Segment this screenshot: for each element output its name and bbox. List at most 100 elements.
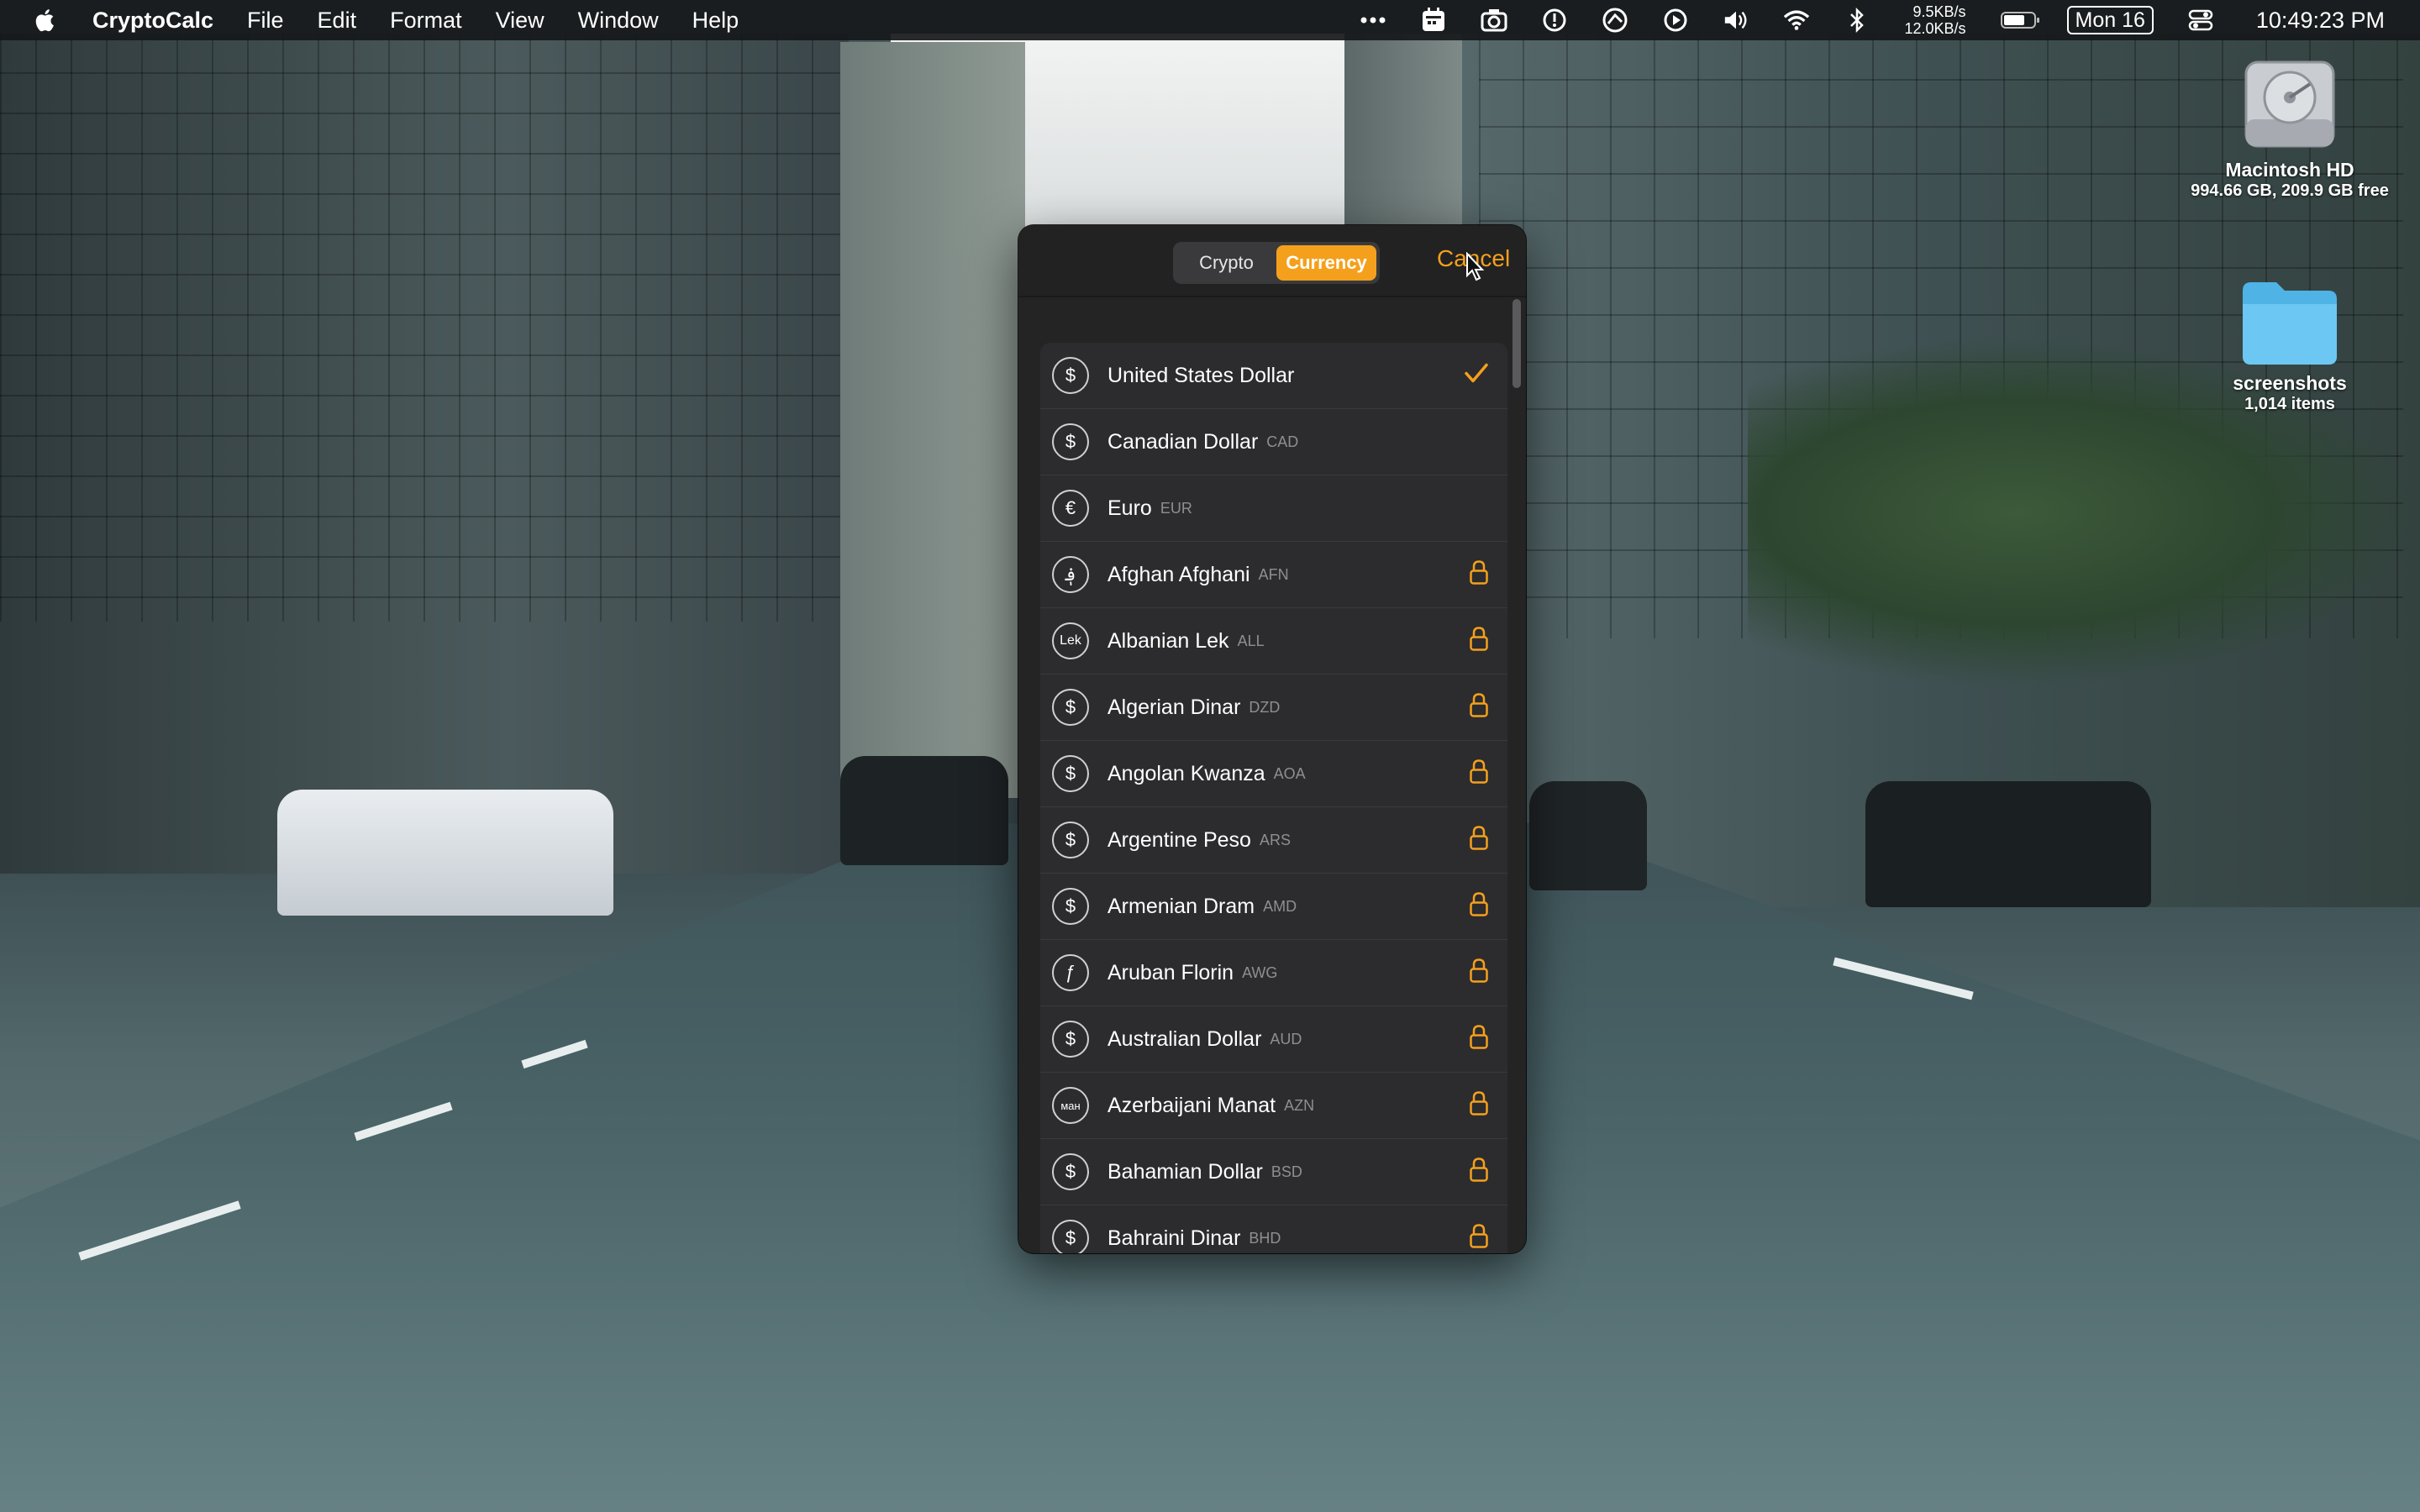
- currency-name: Azerbaijani Manat: [1107, 1093, 1276, 1117]
- lock-icon: [1469, 1224, 1489, 1253]
- list-scrollbar[interactable]: [1512, 299, 1521, 388]
- checkmark-icon: [1464, 363, 1489, 389]
- control-center-icon[interactable]: [2187, 7, 2214, 34]
- timer-icon[interactable]: [1541, 7, 1568, 34]
- menu-date[interactable]: Mon 16: [2066, 6, 2154, 34]
- currency-row[interactable]: $ United States Dollar: [1040, 343, 1507, 409]
- currency-name: United States Dollar: [1107, 363, 1295, 387]
- menu-edit[interactable]: Edit: [318, 8, 357, 34]
- menu-help[interactable]: Help: [692, 8, 739, 34]
- currency-row[interactable]: $ Australian Dollar AUD: [1040, 1006, 1507, 1073]
- currency-name: Armenian Dram: [1107, 894, 1255, 918]
- net-up-speed: 9.5KB/s: [1912, 3, 1966, 20]
- currency-row[interactable]: ман Azerbaijani Manat AZN: [1040, 1073, 1507, 1139]
- currency-code: ALL: [1237, 632, 1265, 649]
- currency-name: Algerian Dinar: [1107, 695, 1241, 719]
- currency-symbol-icon: $: [1052, 357, 1089, 394]
- currency-code: AOA: [1273, 764, 1306, 782]
- calendar-icon[interactable]: [1420, 7, 1447, 34]
- currency-row[interactable]: ؋ Afghan Afghani AFN: [1040, 542, 1507, 608]
- currency-name: Afghan Afghani: [1107, 562, 1250, 586]
- wallpaper-building-mid: [840, 42, 1025, 798]
- camera-icon[interactable]: [1481, 7, 1507, 34]
- currency-code: AZN: [1284, 1096, 1315, 1114]
- mouse-cursor-icon: [1466, 252, 1485, 281]
- currency-picker-popover: Crypto Currency Cancel $ United States Do…: [1018, 225, 1526, 1253]
- currency-row[interactable]: $ Algerian Dinar DZD: [1040, 675, 1507, 741]
- currency-name: Argentine Peso: [1107, 827, 1251, 852]
- currency-code: DZD: [1249, 698, 1281, 716]
- currency-row[interactable]: ƒ Aruban Florin AWG: [1040, 940, 1507, 1006]
- menu-clock[interactable]: 10:49:23 PM: [2256, 8, 2385, 34]
- desktop-icon-macintosh-hd[interactable]: Macintosh HD 994.66 GB, 209.9 GB free: [2168, 54, 2412, 201]
- lock-icon: [1469, 1091, 1489, 1121]
- desktop-icon-sublabel: 1,014 items: [2244, 395, 2335, 413]
- currency-symbol-icon: $: [1052, 755, 1089, 792]
- vpn-icon[interactable]: [1602, 7, 1628, 34]
- currency-symbol-icon: $: [1052, 1021, 1089, 1058]
- currency-symbol-icon: ƒ: [1052, 954, 1089, 991]
- currency-name: Bahraini Dinar: [1107, 1226, 1241, 1250]
- currency-symbol-icon: $: [1052, 689, 1089, 726]
- currency-code: AMD: [1263, 897, 1297, 915]
- wallpaper-car: [1529, 781, 1647, 890]
- desktop-icon-sublabel: 994.66 GB, 209.9 GB free: [2191, 181, 2389, 200]
- hard-drive-icon: [2244, 60, 2335, 148]
- wallpaper-car: [840, 756, 1008, 865]
- volume-icon[interactable]: [1723, 7, 1749, 34]
- currency-name: Australian Dollar: [1107, 1026, 1262, 1051]
- desktop-icon-screenshots[interactable]: screenshots 1,014 items: [2168, 276, 2412, 414]
- segment-crypto[interactable]: Crypto: [1176, 245, 1276, 281]
- network-speed[interactable]: 9.5KB/s 12.0KB/s: [1904, 3, 1965, 37]
- menu-window[interactable]: Window: [578, 8, 659, 34]
- play-icon[interactable]: [1662, 7, 1689, 34]
- menu-file[interactable]: File: [247, 8, 284, 34]
- lock-icon: [1469, 826, 1489, 855]
- desktop-icon-label: screenshots: [2233, 372, 2347, 394]
- currency-code: AFN: [1258, 565, 1289, 583]
- wallpaper-windows-left: [0, 34, 840, 622]
- wifi-icon[interactable]: [1783, 7, 1810, 34]
- currency-row[interactable]: $ Bahamian Dollar BSD: [1040, 1139, 1507, 1205]
- bluetooth-icon[interactable]: [1844, 7, 1870, 34]
- currency-code: AWG: [1242, 963, 1278, 981]
- currency-row[interactable]: $ Argentine Peso ARS: [1040, 807, 1507, 874]
- lock-icon: [1469, 627, 1489, 656]
- wallpaper-police-car: [277, 790, 613, 916]
- popover-header: Crypto Currency Cancel: [1018, 225, 1526, 297]
- currency-name: Euro: [1107, 496, 1152, 520]
- lock-icon: [1469, 560, 1489, 590]
- currency-name: Canadian Dollar: [1107, 429, 1259, 454]
- battery-icon[interactable]: [2000, 7, 2042, 34]
- currency-symbol-icon: ؋: [1052, 556, 1089, 593]
- currency-name: Albanian Lek: [1107, 628, 1229, 653]
- currency-row[interactable]: $ Armenian Dram AMD: [1040, 874, 1507, 940]
- menu-bar: CryptoCalc File Edit Format View Window …: [0, 0, 2420, 40]
- more-icon[interactable]: [1360, 7, 1386, 34]
- currency-code: BSD: [1270, 1163, 1302, 1180]
- segment-currency[interactable]: Currency: [1276, 245, 1376, 281]
- currency-code: CAD: [1266, 433, 1299, 450]
- currency-row[interactable]: € Euro EUR: [1040, 475, 1507, 542]
- currency-row[interactable]: $ Bahraini Dinar BHD: [1040, 1205, 1507, 1253]
- currency-row[interactable]: $ Angolan Kwanza AOA: [1040, 741, 1507, 807]
- lock-icon: [1469, 958, 1489, 988]
- menu-view[interactable]: View: [496, 8, 544, 34]
- currency-symbol-icon: $: [1052, 822, 1089, 858]
- lock-icon: [1469, 892, 1489, 921]
- lock-icon: [1469, 759, 1489, 789]
- menu-app-name[interactable]: CryptoCalc: [92, 8, 213, 34]
- apple-menu-icon[interactable]: [34, 8, 59, 33]
- currency-row[interactable]: Lek Albanian Lek ALL: [1040, 608, 1507, 675]
- menu-format[interactable]: Format: [390, 8, 462, 34]
- currency-symbol-icon: ман: [1052, 1087, 1089, 1124]
- currency-symbol-icon: $: [1052, 423, 1089, 460]
- currency-code: EUR: [1160, 499, 1192, 517]
- currency-name: Aruban Florin: [1107, 960, 1234, 984]
- currency-list: $ United States Dollar $ Canadian Dollar CAD…: [1040, 343, 1507, 1253]
- lock-icon: [1469, 1158, 1489, 1187]
- net-down-speed: 12.0KB/s: [1904, 20, 1966, 37]
- wallpaper-car: [1865, 781, 2151, 907]
- currency-code: ARS: [1259, 831, 1291, 848]
- currency-row[interactable]: $ Canadian Dollar CAD: [1040, 409, 1507, 475]
